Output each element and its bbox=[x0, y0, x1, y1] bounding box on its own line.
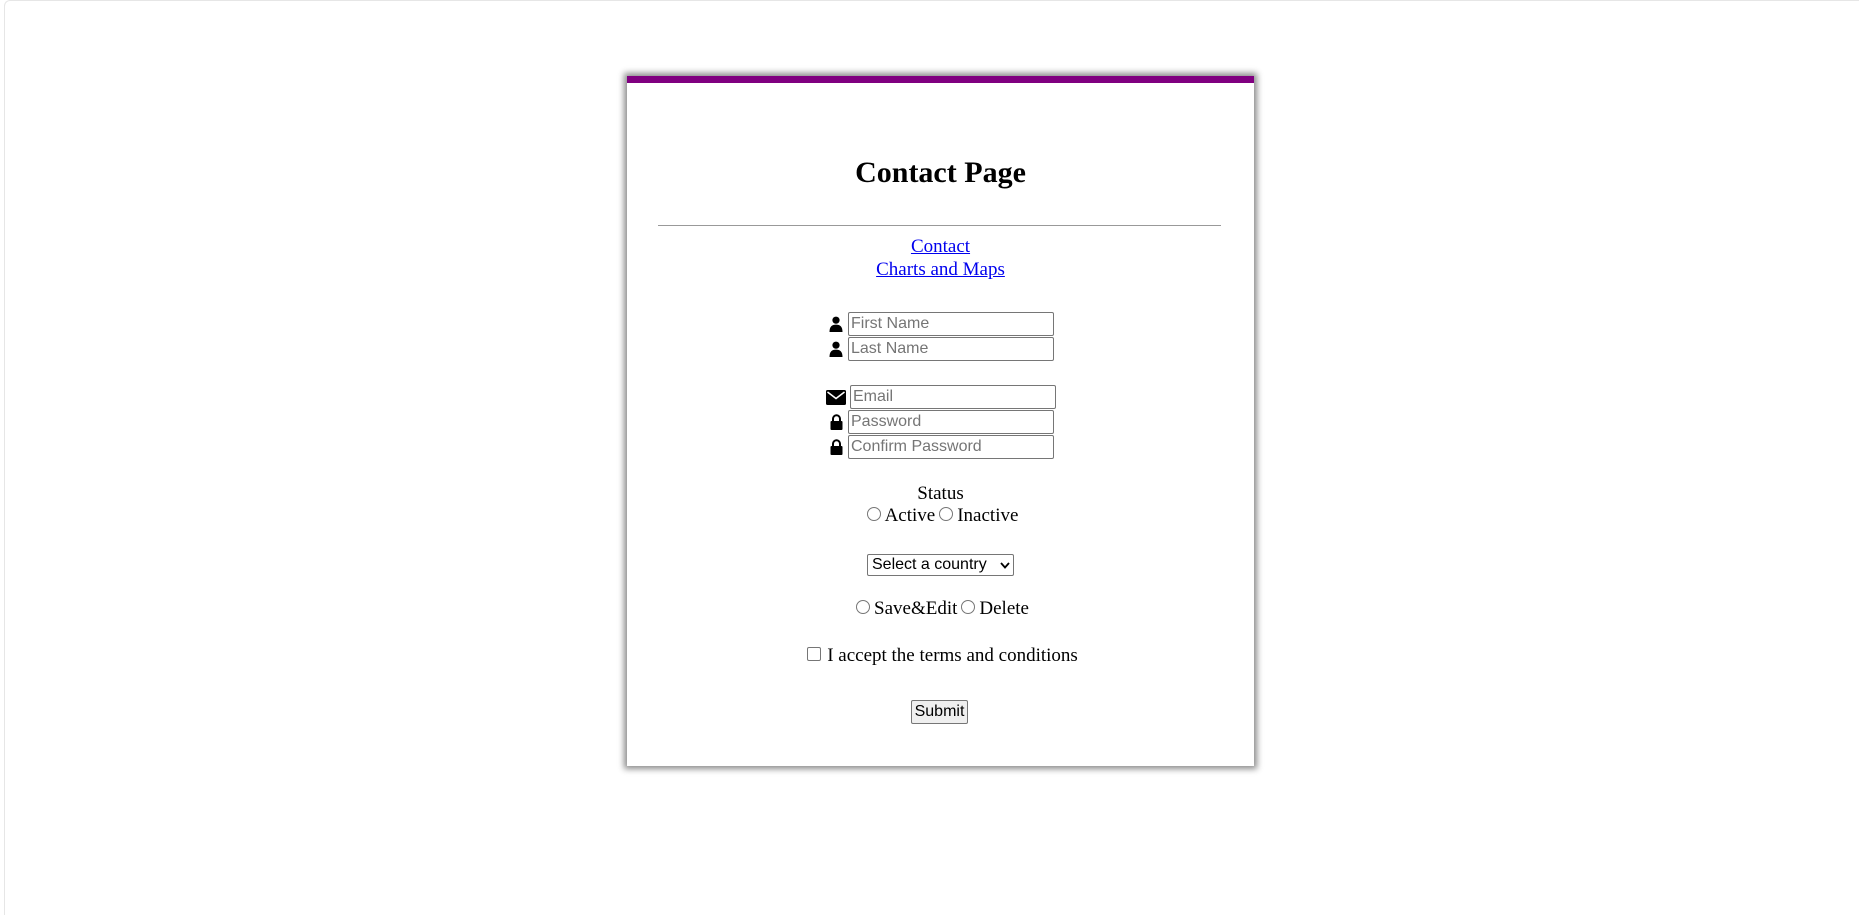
terms-row: I accept the terms and conditions bbox=[627, 645, 1254, 667]
delete-radio[interactable] bbox=[961, 600, 976, 614]
country-select-value: Select a country bbox=[872, 556, 987, 573]
password-field[interactable] bbox=[848, 410, 1054, 434]
email-row bbox=[627, 385, 1254, 409]
charts-and-maps-link[interactable]: Charts and Maps bbox=[627, 259, 1254, 281]
chevron-down-icon bbox=[1000, 560, 1010, 570]
terms-checkbox[interactable] bbox=[807, 647, 822, 661]
first-name-field[interactable] bbox=[848, 312, 1054, 336]
lock-icon bbox=[827, 413, 845, 431]
page-title: Contact Page bbox=[855, 156, 1026, 189]
status-active-label: Active bbox=[884, 505, 936, 526]
action-radio-group: Save&Edit Delete bbox=[627, 598, 1254, 620]
confirm-password-row bbox=[627, 435, 1254, 459]
submit-button[interactable]: Submit bbox=[911, 700, 968, 724]
first-name-row bbox=[627, 312, 1254, 336]
status-radio-group: Active Inactive bbox=[627, 505, 1254, 527]
user-icon bbox=[827, 340, 845, 358]
contact-link[interactable]: Contact bbox=[627, 236, 1254, 258]
status-inactive-radio[interactable] bbox=[939, 507, 954, 521]
last-name-row bbox=[627, 337, 1254, 361]
terms-label: I accept the terms and conditions bbox=[827, 645, 1078, 666]
save-edit-label: Save&Edit bbox=[874, 598, 958, 619]
lock-icon bbox=[827, 438, 845, 456]
status-active-radio[interactable] bbox=[866, 507, 881, 521]
status-inactive-label: Inactive bbox=[957, 505, 1019, 526]
browser-viewport: Contact Page Contact Charts and Maps Fir… bbox=[4, 0, 1859, 915]
confirm-password-field[interactable] bbox=[848, 435, 1054, 459]
user-icon bbox=[827, 315, 845, 333]
password-row bbox=[627, 410, 1254, 434]
delete-label: Delete bbox=[979, 598, 1029, 619]
email-field[interactable] bbox=[850, 385, 1056, 409]
save-edit-radio[interactable] bbox=[856, 600, 871, 614]
last-name-field[interactable] bbox=[848, 337, 1054, 361]
contact-card: Contact Page Contact Charts and Maps Fir… bbox=[627, 76, 1254, 766]
status-label: Status bbox=[917, 483, 964, 504]
title-divider bbox=[658, 225, 1221, 226]
country-select[interactable]: Select a country bbox=[867, 554, 1014, 576]
envelope-icon bbox=[825, 388, 847, 406]
